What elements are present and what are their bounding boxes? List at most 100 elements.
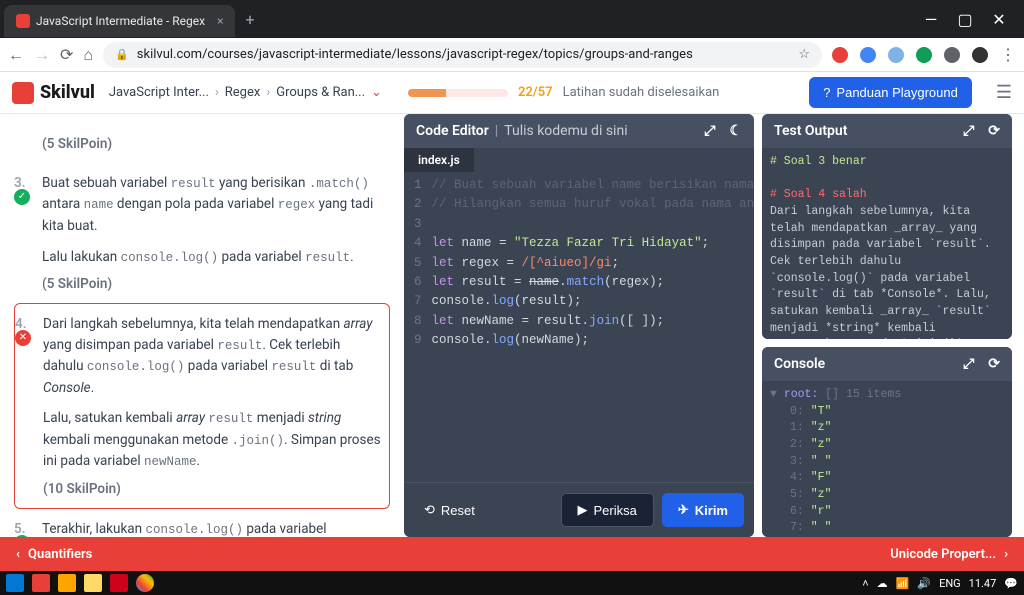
ext-icon[interactable] [860,47,876,63]
play-icon: ▶ [578,502,588,518]
brand-name: Skilvul [40,82,95,103]
back-icon[interactable]: ← [8,45,24,65]
reload-icon[interactable]: ⟳ [60,45,73,64]
home-icon[interactable]: ⌂ [83,45,93,65]
taskbar-app-icon[interactable] [110,574,128,592]
chevron-down-icon[interactable]: ⌄ [371,85,382,100]
lock-icon: 🔒 [115,48,129,61]
chrome-menu-icon[interactable]: ⋮ [1000,45,1016,64]
taskbar-app-icon[interactable] [58,574,76,592]
reset-button[interactable]: ⟲ Reset [414,493,485,527]
ext-icon[interactable] [944,47,960,63]
star-icon[interactable]: ☆ [798,47,810,62]
tab-close-icon[interactable]: × [217,14,223,28]
guide-button[interactable]: ? Panduan Playground [809,77,972,108]
console-title: Console [774,356,825,372]
test-output-body: # Soal 3 benar # Soal 4 salah Dari langk… [762,148,1012,339]
sound-icon[interactable]: 🔊 [917,577,931,590]
ext-icon[interactable] [888,47,904,63]
test-output-title: Test Output [774,123,847,139]
start-icon[interactable] [6,574,24,592]
file-explorer-icon[interactable] [84,574,102,592]
step-3: 3. ✓ Buat sebuah variabel result yang be… [14,163,390,303]
progress-label: Latihan sudah diselesaikan [563,85,720,100]
progress-bar [408,89,508,97]
ext-icon[interactable] [972,47,988,63]
prev-lesson-label: Quantifiers [28,547,92,562]
app-header: Skilvul JavaScript Inter... › Regex › Gr… [0,72,1024,114]
chevron-right-icon: › [215,85,219,100]
breadcrumb: JavaScript Inter... › Regex › Groups & R… [109,85,382,100]
send-button[interactable]: ✈ Kirim [662,493,744,527]
expand-icon[interactable]: ⤢ [704,123,715,139]
step-extra: Lalu, satukan kembali array result menja… [43,408,381,472]
url-field[interactable]: 🔒 skilvul.com/courses/javascript-interme… [103,42,822,68]
theme-icon[interactable]: ☾ [729,123,742,139]
taskbar-app-icon[interactable] [32,574,50,592]
ext-icon[interactable] [916,47,932,63]
next-lesson-label: Unicode Propert... [890,547,996,562]
breadcrumb-item[interactable]: JavaScript Inter... [109,85,209,100]
right-column: Test Output ⤢ ⟳ # Soal 3 benar # Soal 4 … [762,114,1012,537]
minimize-icon[interactable]: — [922,10,940,29]
send-icon: ✈ [678,502,689,518]
breadcrumb-item[interactable]: Regex [225,85,261,100]
file-tab[interactable]: index.js [404,148,474,172]
tab-title: JavaScript Intermediate - Regex [36,14,205,28]
expand-icon[interactable]: ⤢ [963,123,974,139]
points-label: (5 SkilPoin) [42,134,382,155]
code-area[interactable]: 123456789 // Buat sebuah variabel name b… [404,172,754,482]
chevron-right-icon: › [1004,547,1008,562]
guide-label: Panduan Playground [836,85,957,100]
check-label: Periksa [594,503,637,518]
editor-subtitle: Tulis kodemu di sini [504,123,627,139]
refresh-icon[interactable]: ⟳ [988,123,1000,139]
browser-tab[interactable]: JavaScript Intermediate - Regex × [4,5,235,37]
logo-icon [12,82,34,104]
editor-header: Code Editor | Tulis kodemu di sini ⤢ ☾ [404,114,754,148]
ext-icon[interactable] [832,47,848,63]
wifi-icon[interactable]: 📶 [896,577,910,590]
step-text: Terakhir, lakukan console.log() pada var… [42,519,382,537]
brand-logo[interactable]: Skilvul [12,82,95,104]
step-5: 5. ✓ Terakhir, lakukan console.log() pad… [14,509,390,537]
forward-icon: → [34,45,50,65]
refresh-icon[interactable]: ⟳ [988,356,1000,372]
maximize-icon[interactable]: ▢ [956,10,974,29]
test-detail: Dari langkah sebelumnya, kita telah mend… [770,204,1004,339]
chrome-icon[interactable] [136,574,154,592]
language-indicator[interactable]: ENG [939,577,961,590]
chevron-left-icon: ‹ [16,547,20,562]
close-window-icon[interactable]: ✕ [990,10,1008,29]
editor-title: Code Editor [416,123,489,139]
test-output-panel: Test Output ⤢ ⟳ # Soal 3 benar # Soal 4 … [762,114,1012,339]
new-tab-icon[interactable]: + [245,10,254,29]
system-tray: ˄ ☁ 📶 🔊 ENG 11.47 💬 [862,577,1018,590]
code-content[interactable]: // Buat sebuah variabel name berisikan n… [432,176,754,478]
test-pass-line: # Soal 3 benar [770,154,1004,171]
tray-chevron-icon[interactable]: ˄ [862,577,868,590]
reset-label: Reset [441,503,475,518]
menu-icon[interactable]: ☰ [996,82,1012,103]
next-lesson-link[interactable]: Unicode Propert... › [890,547,1008,562]
step-extra: Lalu lakukan console.log() pada variabel… [42,247,382,268]
step-fragment: (5 SkilPoin) [14,118,390,163]
breadcrumb-item[interactable]: Groups & Ran... [276,85,365,100]
url-text: skilvul.com/courses/javascript-intermedi… [137,47,693,62]
chevron-right-icon: › [266,85,270,100]
clock[interactable]: 11.47 [969,577,997,590]
editor-footer: ⟲ Reset ▶ Periksa ✈ Kirim [404,482,754,537]
lesson-footer-nav: ‹ Quantifiers Unicode Propert... › [0,537,1024,571]
test-fail-line: # Soal 4 salah [770,187,1004,204]
expand-icon[interactable]: ⤢ [963,356,974,372]
progress: 22/57 Latihan sudah diselesaikan [408,85,719,100]
cloud-icon[interactable]: ☁ [877,577,888,590]
notifications-icon[interactable]: 💬 [1004,577,1018,590]
browser-url-bar: ← → ⟳ ⌂ 🔒 skilvul.com/courses/javascript… [0,38,1024,72]
check-button[interactable]: ▶ Periksa [561,493,654,527]
console-root: root: [784,388,819,401]
browser-tab-strip: JavaScript Intermediate - Regex × + — ▢ … [0,0,1024,38]
prev-lesson-link[interactable]: ‹ Quantifiers [16,547,92,562]
test-output-header: Test Output ⤢ ⟳ [762,114,1012,148]
main-body: (5 SkilPoin) 3. ✓ Buat sebuah variabel r… [0,114,1024,537]
